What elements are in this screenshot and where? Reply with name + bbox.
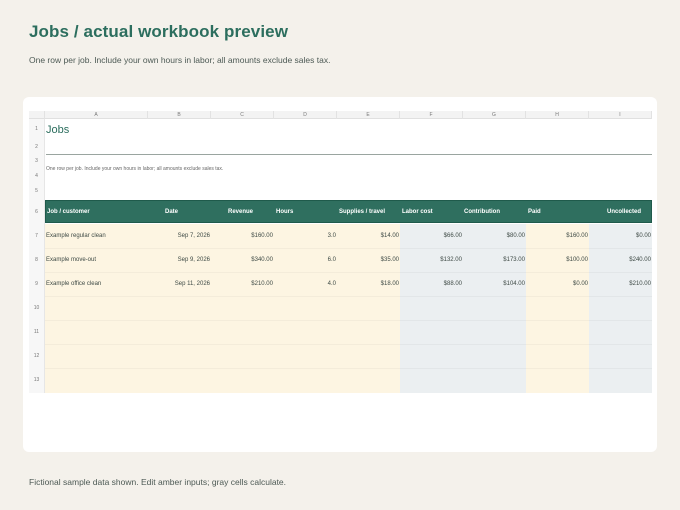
- cell-job-customer[interactable]: Example regular clean: [46, 224, 106, 248]
- row-number-1[interactable]: 1: [29, 119, 45, 140]
- cell-hours[interactable]: 6.0: [274, 248, 336, 272]
- cell-paid[interactable]: $0.00: [526, 272, 588, 296]
- header-paid[interactable]: Paid: [527, 201, 590, 224]
- cell-revenue[interactable]: $210.00: [211, 272, 273, 296]
- column-letter-d[interactable]: D: [274, 111, 337, 119]
- title-divider: [46, 154, 652, 155]
- cell-job-customer[interactable]: Example move-out: [46, 248, 96, 272]
- row-number-2[interactable]: 2: [29, 140, 45, 154]
- cell-supplies-travel[interactable]: $18.00: [337, 272, 399, 296]
- column-letter-e[interactable]: E: [337, 111, 400, 119]
- row-separator: [45, 320, 652, 321]
- cell-supplies-travel[interactable]: $14.00: [337, 224, 399, 248]
- cell-hours[interactable]: 4.0: [274, 272, 336, 296]
- row-number-7[interactable]: 7: [29, 224, 45, 248]
- cell-labor-cost[interactable]: $66.00: [400, 224, 462, 248]
- row-number-12[interactable]: 12: [29, 344, 45, 368]
- cell-contribution[interactable]: $173.00: [463, 248, 525, 272]
- column-letter-g[interactable]: G: [463, 111, 526, 119]
- cell-hours[interactable]: 3.0: [274, 224, 336, 248]
- header-labor-cost[interactable]: Labor cost: [401, 201, 464, 224]
- header-job-customer[interactable]: Job / customer: [46, 201, 149, 224]
- cell-labor-cost[interactable]: $88.00: [400, 272, 462, 296]
- table-header-row: Job / customer Date Revenue Hours Suppli…: [45, 200, 652, 223]
- row-separator: [45, 368, 652, 369]
- row-number-3[interactable]: 3: [29, 154, 45, 169]
- footer-note: Fictional sample data shown. Edit amber …: [29, 477, 287, 487]
- row-separator: [45, 296, 652, 297]
- row-number-6[interactable]: 6: [29, 200, 45, 224]
- header-contribution[interactable]: Contribution: [464, 201, 527, 224]
- sheet-title[interactable]: Jobs: [46, 124, 69, 136]
- cell-uncollected[interactable]: $0.00: [589, 224, 651, 248]
- sheet-note[interactable]: One row per job. Include your own hours …: [46, 166, 223, 172]
- column-header-row: A B C D E F G H I: [29, 111, 652, 119]
- cell-uncollected[interactable]: $240.00: [589, 248, 651, 272]
- cell-labor-cost[interactable]: $132.00: [400, 248, 462, 272]
- spreadsheet-grid[interactable]: A B C D E F G H I 1 2 3 4 5 6 7 8 9 10 1…: [29, 111, 652, 393]
- cell-uncollected[interactable]: $210.00: [589, 272, 651, 296]
- cell-date[interactable]: Sep 7, 2026: [148, 224, 210, 248]
- column-letter-c[interactable]: C: [211, 111, 274, 119]
- row-separator: [45, 344, 652, 345]
- page-title: Jobs / actual workbook preview: [29, 22, 289, 41]
- cell-revenue[interactable]: $340.00: [211, 248, 273, 272]
- row-number-8[interactable]: 8: [29, 248, 45, 272]
- cell-date[interactable]: Sep 9, 2026: [148, 248, 210, 272]
- row-number-5[interactable]: 5: [29, 183, 45, 200]
- column-letter-i[interactable]: I: [589, 111, 652, 119]
- page-subtitle: One row per job. Include your own hours …: [29, 55, 331, 65]
- row-number-11[interactable]: 11: [29, 320, 45, 344]
- row-number-4[interactable]: 4: [29, 169, 45, 183]
- column-letter-h[interactable]: H: [526, 111, 589, 119]
- cell-contribution[interactable]: $80.00: [463, 224, 525, 248]
- column-letter-f[interactable]: F: [400, 111, 463, 119]
- header-uncollected[interactable]: Uncollected: [590, 201, 653, 224]
- cell-contribution[interactable]: $104.00: [463, 272, 525, 296]
- row-number-10[interactable]: 10: [29, 296, 45, 320]
- header-revenue[interactable]: Revenue: [212, 201, 275, 224]
- cell-date[interactable]: Sep 11, 2026: [148, 272, 210, 296]
- column-letter-b[interactable]: B: [148, 111, 211, 119]
- column-letter-a[interactable]: A: [45, 111, 148, 119]
- header-date[interactable]: Date: [149, 201, 212, 224]
- corner-cell[interactable]: [29, 111, 45, 119]
- cell-paid[interactable]: $160.00: [526, 224, 588, 248]
- cell-paid[interactable]: $100.00: [526, 248, 588, 272]
- row-number-13[interactable]: 13: [29, 368, 45, 393]
- header-supplies-travel[interactable]: Supplies / travel: [338, 201, 401, 224]
- row-number-9[interactable]: 9: [29, 272, 45, 296]
- cell-supplies-travel[interactable]: $35.00: [337, 248, 399, 272]
- cell-revenue[interactable]: $160.00: [211, 224, 273, 248]
- header-hours[interactable]: Hours: [275, 201, 338, 224]
- cell-job-customer[interactable]: Example office clean: [46, 272, 101, 296]
